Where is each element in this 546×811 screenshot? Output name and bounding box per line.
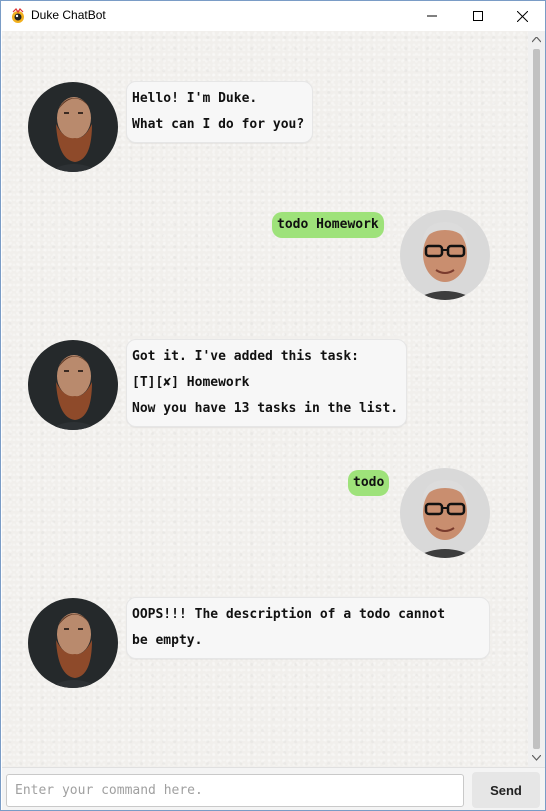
title-bar[interactable]: Duke ChatBot	[1, 1, 545, 31]
app-window: Duke ChatBot Hello! I'm Duke. What can I…	[0, 0, 546, 811]
message-line: What can I do for you?	[132, 117, 305, 132]
close-button[interactable]	[499, 1, 545, 31]
duke-avatar	[28, 82, 118, 172]
send-button[interactable]: Send	[472, 772, 540, 808]
input-bar: Send	[2, 767, 545, 810]
user-avatar	[400, 468, 490, 558]
message-line: OOPS!!! The description of a todo cannot	[132, 607, 446, 622]
message-line: Now you have 13 tasks in the list.	[132, 401, 399, 416]
duke-avatar	[28, 340, 118, 430]
message-line: todo Homework	[277, 217, 379, 232]
message-line: Got it. I've added this task:	[132, 349, 359, 364]
duke-logo-icon	[9, 7, 27, 25]
scroll-down-arrow-icon[interactable]	[532, 755, 541, 761]
duke-message: OOPS!!! The description of a todo cannot…	[126, 597, 490, 659]
user-message: todo	[348, 470, 390, 496]
user-message: todo Homework	[272, 212, 384, 238]
maximize-button[interactable]	[455, 1, 501, 31]
user-avatar	[400, 210, 490, 300]
duke-avatar	[28, 598, 118, 688]
minimize-icon	[427, 15, 437, 17]
minimize-button[interactable]	[409, 1, 455, 31]
message-line: Hello! I'm Duke.	[132, 91, 258, 106]
window-title: Duke ChatBot	[31, 8, 106, 22]
duke-message: Got it. I've added this task: [T][✘] Hom…	[126, 339, 408, 427]
duke-message: Hello! I'm Duke. What can I do for you?	[126, 81, 314, 143]
scrollbar-thumb[interactable]	[533, 49, 540, 749]
scroll-up-arrow-icon[interactable]	[532, 37, 541, 43]
message-line: [T][✘] Homework	[132, 375, 250, 390]
maximize-icon	[473, 11, 483, 21]
chat-scroll-area[interactable]: Hello! I'm Duke. What can I do for you? …	[2, 31, 528, 767]
message-line: be empty.	[132, 633, 203, 648]
message-line: todo	[353, 475, 385, 490]
vertical-scrollbar[interactable]	[528, 31, 545, 767]
close-icon	[516, 10, 528, 22]
command-input[interactable]	[6, 774, 464, 807]
